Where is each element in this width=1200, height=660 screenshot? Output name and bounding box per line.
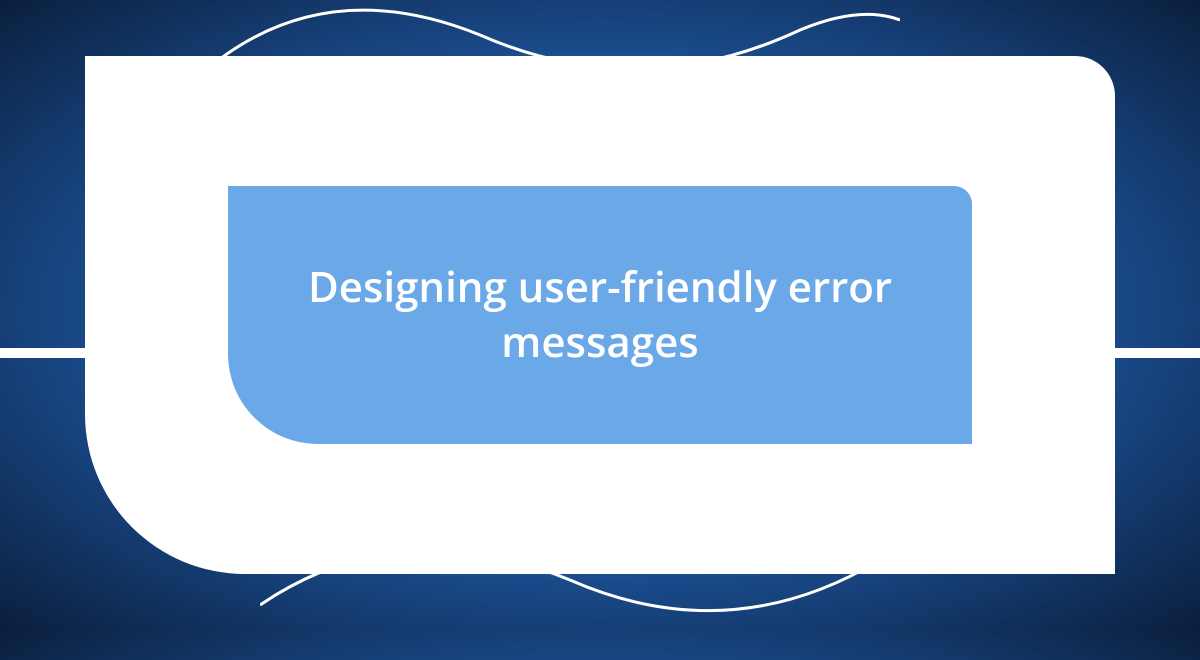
page-title: Designing user-friendly error messages [288,260,912,369]
inner-card: Designing user-friendly error messages [228,186,972,444]
